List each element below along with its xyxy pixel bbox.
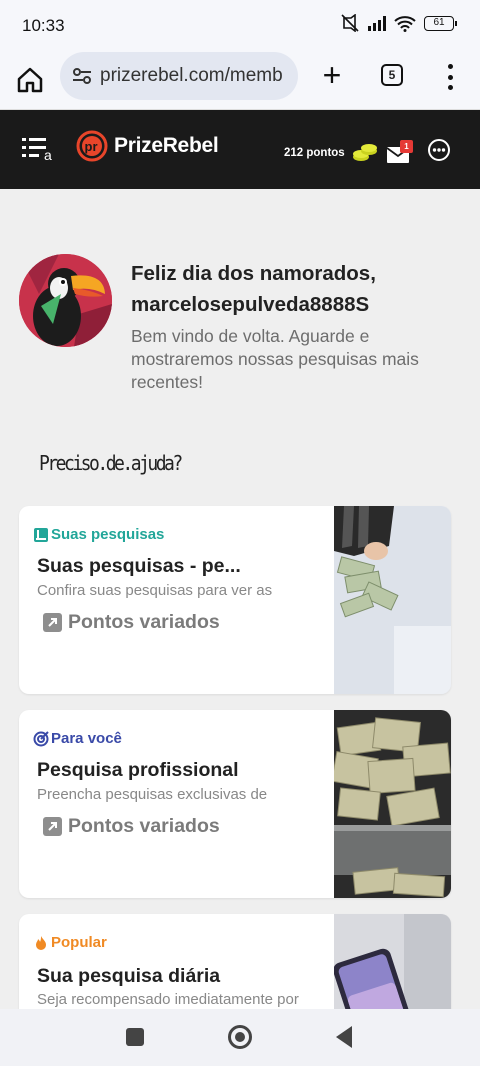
site-header: a pr PrizeRebel 212 pontos 1 (0, 110, 480, 189)
card-tag-label: Suas pesquisas (51, 526, 165, 543)
card-points: Pontos variados (43, 611, 220, 634)
card-points-label: Pontos variados (68, 611, 220, 633)
arrow-up-right-icon (43, 817, 62, 836)
home-icon[interactable] (14, 64, 46, 96)
card-title: Sua pesquisa diária (37, 965, 221, 987)
signal-icon (368, 15, 386, 31)
target-icon (33, 730, 49, 746)
back-button[interactable] (336, 1026, 352, 1048)
survey-card[interactable]: Suas pesquisas Suas pesquisas - pe... Co… (19, 506, 451, 694)
new-tab-button[interactable]: + (318, 59, 346, 91)
home-button[interactable] (228, 1025, 252, 1049)
prizerebel-logo[interactable]: pr PrizeRebel (76, 130, 219, 162)
card-tag: Para você (33, 730, 122, 747)
flame-icon (36, 935, 46, 950)
logo-mark-icon: pr (76, 130, 108, 162)
card-description: Preencha pesquisas exclusivas de (37, 786, 268, 803)
more-options-icon[interactable] (427, 138, 451, 162)
card-tag: Suas pesquisas (33, 526, 164, 543)
card-points: Pontos variados (43, 815, 220, 838)
help-link[interactable]: Preciso.de.ajuda? (39, 451, 183, 475)
card-tag-label: Popular (51, 934, 107, 951)
survey-card[interactable]: Popular Sua pesquisa diária Seja recompe… (19, 914, 451, 1024)
avatar[interactable] (19, 254, 112, 347)
survey-card[interactable]: Para você Pesquisa profissional Preencha… (19, 710, 451, 898)
browser-toolbar: prizerebel.com/memb + 5 (0, 52, 480, 110)
svg-text:a: a (44, 147, 52, 162)
url-text: prizerebel.com/memb (100, 65, 283, 86)
status-time: 10:33 (22, 16, 65, 35)
arrow-up-right-icon (43, 613, 62, 632)
card-title: Suas pesquisas - pe... (37, 555, 241, 577)
greeting-subtitle: Bem vindo de volta. Aguarde e mostraremo… (131, 326, 419, 392)
site-settings-icon[interactable] (70, 64, 94, 88)
url-bar[interactable]: prizerebel.com/memb (60, 52, 298, 100)
brand-name: PrizeRebel (114, 134, 219, 157)
money-counting-image (334, 506, 451, 694)
tab-switcher-button[interactable]: 5 (381, 64, 403, 86)
battery-icon: 61 (424, 15, 457, 31)
card-description: Confira suas pesquisas para ver as (37, 582, 273, 599)
status-icons: 61 (340, 14, 457, 32)
svg-text:pr: pr (85, 139, 98, 154)
phone-in-hand-image (334, 914, 451, 1024)
mute-vibrate-icon (341, 14, 359, 32)
card-tag: Popular (33, 934, 107, 951)
card-tag-label: Para você (51, 730, 122, 747)
browser-menu-icon[interactable] (444, 64, 456, 90)
card-points-label: Pontos variados (68, 815, 220, 837)
wifi-icon (394, 15, 416, 32)
mail-badge: 1 (400, 140, 413, 153)
hamburger-menu-icon[interactable]: a (22, 136, 58, 162)
system-nav-bar (0, 1009, 480, 1066)
recents-button[interactable] (126, 1028, 144, 1046)
status-bar: 10:33 61 (0, 0, 480, 52)
book-icon (34, 527, 48, 542)
coins-icon[interactable] (352, 141, 378, 165)
card-description: Seja recompensado imediatamente por (37, 991, 299, 1008)
points-balance[interactable]: 212 pontos (284, 147, 345, 159)
cash-briefcase-image (334, 710, 451, 898)
greeting-title: Feliz dia dos namorados, marcelosepulved… (131, 262, 376, 316)
card-title: Pesquisa profissional (37, 759, 239, 781)
toucan-avatar-icon (19, 254, 112, 347)
